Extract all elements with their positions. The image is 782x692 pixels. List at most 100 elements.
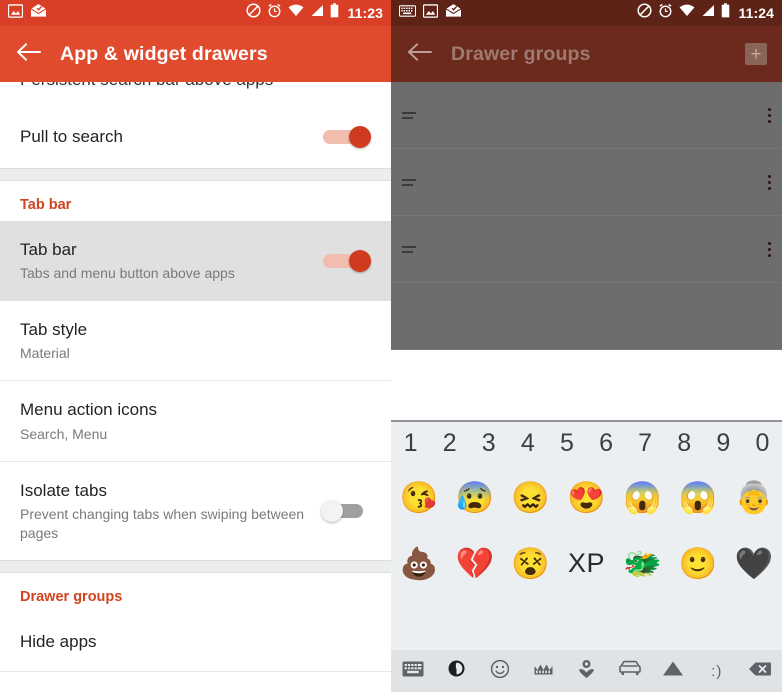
section-divider xyxy=(0,168,391,181)
key-3[interactable]: 3 xyxy=(469,429,508,458)
add-group-button[interactable]: + xyxy=(734,30,778,78)
more-vert-icon xyxy=(768,107,771,123)
emoji-key[interactable]: 😰 xyxy=(447,482,503,513)
emoji-key[interactable]: 💔 xyxy=(447,548,503,579)
symbols-category-button[interactable] xyxy=(652,660,695,682)
key-1[interactable]: 1 xyxy=(391,429,430,458)
image-icon xyxy=(422,3,439,23)
setting-title: Tab style xyxy=(20,319,88,339)
right-screen-drawer-groups: 11:24 Drawer groups + 1 2 3 4 5 6 7 8 9 … xyxy=(391,0,782,692)
emoji-key[interactable]: 🖤 xyxy=(726,548,782,579)
nature-category-button[interactable] xyxy=(565,659,608,684)
list-item xyxy=(391,216,782,283)
emoji-keyboard: 1 2 3 4 5 6 7 8 9 0 😘 😰 😖 😍 😱 😱 👵 💩 💔 😵 … xyxy=(391,420,782,692)
emoji-key-xp[interactable]: XP xyxy=(559,549,615,577)
emoticons-category-button[interactable]: :) xyxy=(695,663,738,680)
keyboard-switch-button[interactable] xyxy=(391,661,434,682)
key-8[interactable]: 8 xyxy=(665,429,704,458)
recent-clock-icon xyxy=(447,659,466,683)
smileys-category-button[interactable] xyxy=(478,659,521,684)
key-0[interactable]: 0 xyxy=(743,429,782,458)
pull-to-search-switch[interactable] xyxy=(319,124,371,150)
setting-subtitle: Material xyxy=(20,344,70,361)
key-5[interactable]: 5 xyxy=(547,429,586,458)
flower-icon xyxy=(577,659,596,684)
emoji-key[interactable]: 😖 xyxy=(503,482,559,513)
emoji-key[interactable]: 😱 xyxy=(614,482,670,513)
setting-title: Pull to search xyxy=(20,127,123,147)
battery-icon xyxy=(721,3,730,23)
alarm-icon xyxy=(658,3,673,23)
drag-handle-icon xyxy=(402,245,416,253)
left-status-icons xyxy=(398,3,462,23)
setting-title: Menu action icons xyxy=(20,400,158,420)
emoji-key[interactable]: 😍 xyxy=(559,482,615,513)
setting-title: Tab bar xyxy=(20,240,77,259)
key-7[interactable]: 7 xyxy=(626,429,665,458)
left-status-icons xyxy=(7,3,47,23)
drag-handle-icon xyxy=(402,111,416,119)
clipped-setting-row[interactable]: Persistent search bar above apps xyxy=(0,82,391,106)
setting-row-tab-bar[interactable]: Tab bar Tabs and menu button above apps xyxy=(0,221,391,301)
battery-icon xyxy=(330,3,339,23)
emoji-key[interactable]: 😱 xyxy=(670,482,726,513)
emoji-key[interactable]: 💩 xyxy=(391,548,447,579)
emoji-row-2: 💩 💔 😵 XP 🐲 🙂 🖤 xyxy=(391,530,782,596)
left-app-bar: App & widget drawers xyxy=(0,26,391,82)
backspace-button[interactable] xyxy=(739,661,782,682)
setting-subtitle: Prevent changing tabs when swiping betwe… xyxy=(20,506,305,541)
right-status-bar: 11:24 xyxy=(391,0,782,26)
page-title: Drawer groups xyxy=(451,42,591,65)
more-vert-icon xyxy=(768,174,771,190)
people-category-button[interactable] xyxy=(521,661,564,682)
setting-row-hide-apps[interactable]: Hide apps xyxy=(0,613,391,672)
recent-emoji-button[interactable] xyxy=(434,659,477,683)
keyboard-icon xyxy=(402,661,424,682)
setting-subtitle: Search, Menu xyxy=(20,425,108,442)
key-2[interactable]: 2 xyxy=(430,429,469,458)
right-status-icons: 11:24 xyxy=(637,3,774,23)
isolate-tabs-switch[interactable] xyxy=(319,498,371,524)
drag-handle-icon xyxy=(402,178,416,186)
setting-title: Isolate tabs xyxy=(20,481,107,501)
emoji-key[interactable]: 😵 xyxy=(503,548,559,579)
back-button[interactable] xyxy=(4,30,52,78)
setting-title: Hide apps xyxy=(20,632,97,652)
keyboard-category-bar: :) xyxy=(391,650,782,692)
back-button[interactable] xyxy=(395,30,443,78)
status-time: 11:24 xyxy=(738,5,774,21)
key-9[interactable]: 9 xyxy=(704,429,743,458)
section-header-tab-bar: Tab bar xyxy=(0,181,391,221)
backspace-icon xyxy=(748,661,772,682)
car-icon xyxy=(618,660,642,682)
key-4[interactable]: 4 xyxy=(508,429,547,458)
keyboard-icon xyxy=(398,4,417,22)
switch-thumb xyxy=(321,500,343,523)
right-status-icons: 11:23 xyxy=(246,3,383,23)
tab-bar-switch[interactable] xyxy=(319,248,371,274)
emoji-key[interactable]: 😘 xyxy=(391,482,447,513)
plus-icon: + xyxy=(745,43,767,65)
emoji-key[interactable]: 👵 xyxy=(726,482,782,513)
setting-row-menu-action-icons[interactable]: Menu action icons Search, Menu xyxy=(0,381,391,463)
setting-row-isolate-tabs[interactable]: Isolate tabs Prevent changing tabs when … xyxy=(0,462,391,561)
more-vert-icon xyxy=(768,241,771,257)
right-app-bar: Drawer groups + xyxy=(391,26,782,82)
dimmed-group-list xyxy=(391,82,782,350)
do-not-disturb-icon xyxy=(637,3,652,23)
emoji-key[interactable]: 🐲 xyxy=(614,548,670,579)
setting-row-pull-to-search[interactable]: Pull to search xyxy=(0,106,391,168)
setting-subtitle: Tabs and menu button above apps xyxy=(20,265,235,282)
triangle-icon xyxy=(662,660,684,682)
section-divider xyxy=(0,560,391,574)
back-arrow-icon xyxy=(407,42,432,67)
wifi-icon xyxy=(288,4,304,22)
crown-icon xyxy=(533,661,554,682)
emoji-key[interactable]: 🙂 xyxy=(670,548,726,579)
travel-category-button[interactable] xyxy=(608,660,651,682)
setting-row-tab-style[interactable]: Tab style Material xyxy=(0,300,391,382)
do-not-disturb-icon xyxy=(246,3,261,23)
list-item xyxy=(391,82,782,149)
mail-icon xyxy=(445,3,462,23)
key-6[interactable]: 6 xyxy=(586,429,625,458)
